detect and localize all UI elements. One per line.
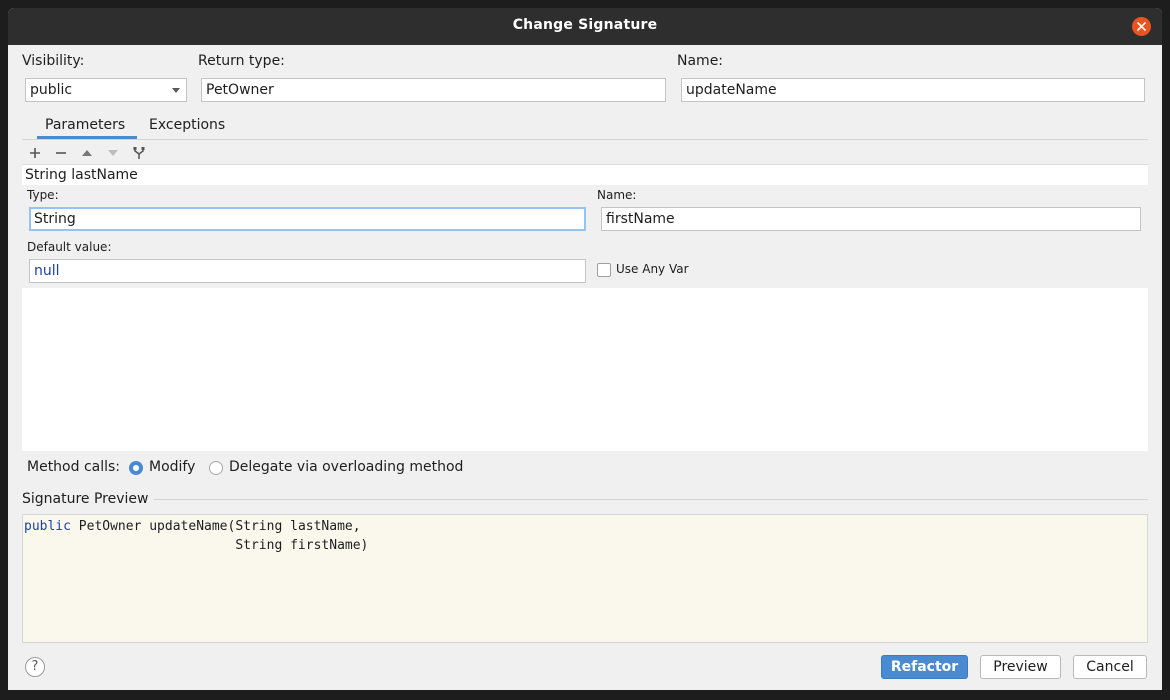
- preview-line-1: public PetOwner updateName(String lastNa…: [24, 517, 1147, 536]
- preview-line-1-text: PetOwner updateName(String lastName,: [70, 519, 361, 534]
- section-divider: [154, 499, 1148, 500]
- list-item[interactable]: String lastName: [25, 167, 138, 183]
- visibility-combobox[interactable]: public: [25, 78, 187, 102]
- tab-exceptions[interactable]: Exceptions: [149, 117, 225, 133]
- close-button[interactable]: [1132, 17, 1151, 36]
- name-label: Name:: [677, 53, 724, 69]
- delegate-label[interactable]: Delegate via overloading method: [229, 459, 463, 475]
- method-calls-label: Method calls:: [27, 459, 121, 475]
- delegate-radio[interactable]: [209, 461, 223, 475]
- return-type-value: PetOwner: [206, 82, 274, 98]
- parameter-list[interactable]: String lastName: [22, 164, 1148, 185]
- help-button[interactable]: ?: [25, 657, 45, 677]
- move-up-icon[interactable]: [79, 145, 95, 161]
- preview-button[interactable]: Preview: [980, 655, 1061, 679]
- cancel-button[interactable]: Cancel: [1073, 655, 1147, 679]
- change-signature-dialog: Change Signature Visibility: public Retu…: [8, 8, 1162, 690]
- visibility-label: Visibility:: [22, 53, 85, 69]
- preview-keyword: public: [24, 519, 71, 534]
- use-any-var-checkbox[interactable]: [597, 263, 611, 277]
- add-icon[interactable]: [27, 145, 43, 161]
- close-icon: [1137, 22, 1146, 31]
- parameter-editor-empty-area: [22, 288, 1148, 451]
- tab-parameters[interactable]: Parameters: [45, 117, 125, 133]
- method-name-value: updateName: [686, 82, 777, 98]
- param-type-value: String: [34, 211, 76, 227]
- modify-label[interactable]: Modify: [149, 459, 195, 475]
- param-name-input[interactable]: firstName: [601, 207, 1141, 231]
- signature-preview-title: Signature Preview: [22, 491, 149, 507]
- default-value: null: [34, 263, 60, 279]
- dialog-title: Change Signature: [512, 17, 658, 33]
- refactor-button[interactable]: Refactor: [881, 655, 968, 679]
- param-name-value: firstName: [606, 211, 675, 227]
- chevron-down-icon: [172, 88, 180, 93]
- use-any-var-label: Use Any Var: [616, 262, 689, 276]
- return-type-input[interactable]: PetOwner: [201, 78, 666, 102]
- title-bar: Change Signature: [8, 8, 1162, 45]
- tab-divider: [22, 139, 1148, 140]
- default-value-input[interactable]: null: [29, 259, 586, 283]
- move-down-icon[interactable]: [105, 145, 121, 161]
- method-name-input[interactable]: updateName: [681, 78, 1145, 102]
- signature-preview: public PetOwner updateName(String lastNa…: [22, 514, 1148, 643]
- visibility-value: public: [30, 82, 73, 98]
- propagate-icon[interactable]: [131, 145, 147, 161]
- default-value-label: Default value:: [27, 240, 112, 254]
- type-label: Type:: [27, 188, 59, 202]
- preview-line-2: String firstName): [24, 538, 369, 553]
- param-type-input[interactable]: String: [29, 207, 586, 231]
- return-type-label: Return type:: [198, 53, 285, 69]
- modify-radio[interactable]: [129, 461, 143, 475]
- remove-icon[interactable]: [53, 145, 69, 161]
- param-name-label: Name:: [597, 188, 637, 202]
